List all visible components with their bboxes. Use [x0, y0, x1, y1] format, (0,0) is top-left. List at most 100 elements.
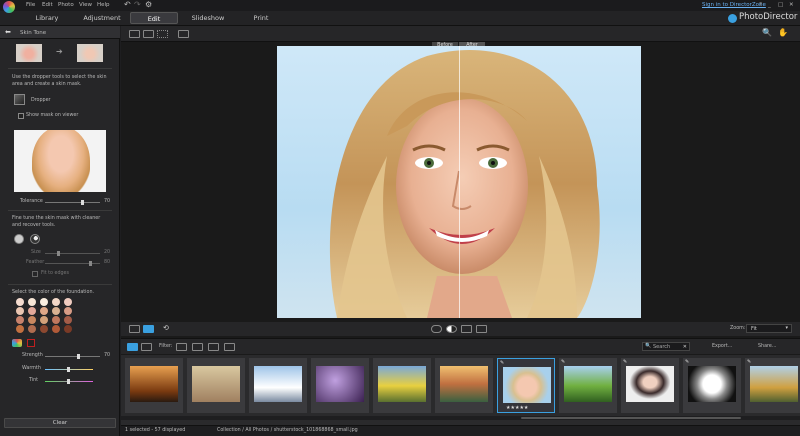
feather-slider[interactable]	[45, 261, 100, 266]
single-view-icon[interactable]	[143, 30, 154, 38]
grid-view-icon[interactable]	[157, 30, 168, 38]
maximize-button[interactable]: □	[778, 2, 783, 8]
foundation-swatch[interactable]	[52, 325, 60, 333]
menu-help[interactable]: Help	[97, 2, 110, 8]
print-icon[interactable]	[476, 325, 487, 333]
thumbnail-image	[316, 366, 364, 402]
zoom-tool-icon[interactable]: 🔍	[762, 28, 772, 37]
filmstrip-scrollbar[interactable]	[121, 416, 800, 420]
recover-brush-icon[interactable]	[30, 234, 40, 244]
contrast-icon[interactable]	[446, 325, 457, 333]
list-view-icon[interactable]	[141, 343, 152, 351]
hand-tool-icon[interactable]: ✋	[778, 28, 788, 37]
foundation-swatch[interactable]	[40, 316, 48, 324]
filmstrip-thumbnail[interactable]: ✎	[559, 358, 617, 413]
edited-pencil-icon: ✎	[561, 359, 566, 365]
foundation-swatch[interactable]	[64, 307, 72, 315]
tab-edit[interactable]: Edit	[130, 12, 178, 24]
dropper-tool-icon[interactable]	[14, 94, 25, 105]
foundation-swatch[interactable]	[28, 307, 36, 315]
size-slider[interactable]	[45, 251, 100, 256]
foundation-swatch[interactable]	[28, 316, 36, 324]
side-by-side-view-icon[interactable]	[129, 325, 140, 333]
export-button[interactable]: Export...	[712, 344, 732, 349]
foundation-swatch[interactable]	[40, 298, 48, 306]
tab-adjustment[interactable]: Adjustment	[80, 12, 124, 24]
filmstrip-thumbnail[interactable]	[373, 358, 431, 413]
foundation-swatch[interactable]	[28, 325, 36, 333]
menu-view[interactable]: View	[79, 2, 92, 8]
foundation-swatch[interactable]	[64, 316, 72, 324]
foundation-swatch[interactable]	[64, 298, 72, 306]
back-arrow-icon[interactable]: ⬅	[5, 28, 11, 36]
foundation-swatch[interactable]	[16, 307, 24, 315]
show-mask-checkbox[interactable]	[18, 113, 24, 119]
foundation-swatch[interactable]	[52, 307, 60, 315]
edited-pencil-icon: ✎	[500, 360, 505, 366]
foundation-swatch[interactable]	[40, 325, 48, 333]
fullscreen-icon[interactable]	[178, 30, 189, 38]
tab-print[interactable]: Print	[248, 12, 274, 24]
filmstrip-thumbnail[interactable]	[187, 358, 245, 413]
tint-slider[interactable]	[45, 379, 93, 384]
thumbnail-image	[688, 366, 736, 402]
foundation-swatch[interactable]	[40, 307, 48, 315]
filter-dropdown-2[interactable]	[192, 343, 203, 351]
help-button[interactable]: ?	[759, 2, 762, 8]
filmstrip-thumbnail[interactable]	[125, 358, 183, 413]
rating-stars[interactable]: ★★★★★	[506, 405, 528, 411]
signin-link[interactable]: Sign in to DirectorZone	[702, 2, 766, 8]
foundation-swatch[interactable]	[16, 325, 24, 333]
foundation-swatch[interactable]	[16, 316, 24, 324]
foundation-swatch[interactable]	[28, 298, 36, 306]
thumbnail-image	[440, 366, 488, 402]
filmstrip-thumbnail[interactable]	[435, 358, 493, 413]
filmstrip-thumbnail[interactable]: ✎	[683, 358, 741, 413]
divider	[8, 68, 112, 69]
filmstrip-thumbnail[interactable]: ★★★★★ ✎	[497, 358, 555, 413]
settings-gear-icon[interactable]: ⚙	[145, 0, 152, 9]
tolerance-slider[interactable]	[45, 200, 100, 205]
warmth-slider[interactable]	[45, 367, 93, 372]
clear-search-icon[interactable]: ✕	[683, 344, 687, 350]
foundation-swatch[interactable]	[64, 325, 72, 333]
color-picker-icon[interactable]	[12, 339, 22, 347]
filmstrip-thumbnail[interactable]: ✎	[621, 358, 679, 413]
split-divider[interactable]	[459, 46, 460, 318]
redo-icon[interactable]: ↷	[134, 0, 141, 9]
filter-dropdown-1[interactable]	[176, 343, 187, 351]
split-view-icon[interactable]	[143, 325, 154, 333]
tab-slideshow[interactable]: Slideshow	[188, 12, 228, 24]
clear-button[interactable]: Clear	[4, 418, 116, 428]
menu-photo[interactable]: Photo	[58, 2, 74, 8]
undo-icon[interactable]: ↶	[124, 0, 131, 9]
minimize-button[interactable]: _	[768, 2, 771, 8]
filter-dropdown-3[interactable]	[208, 343, 219, 351]
foundation-instructions: Select the color of the foundation.	[12, 290, 95, 295]
rotate-icon[interactable]: ⟲	[163, 324, 169, 332]
tab-library[interactable]: Library	[30, 12, 64, 24]
close-button[interactable]: ✕	[789, 2, 794, 8]
filter-dropdown-4[interactable]	[224, 343, 235, 351]
brightness-icon[interactable]	[461, 325, 472, 333]
selected-color-box[interactable]	[27, 339, 35, 347]
zoom-dropdown[interactable]: Fit ▾	[746, 324, 792, 333]
arrow-right-icon: ➔	[56, 47, 63, 56]
compare-view-icon[interactable]	[129, 30, 140, 38]
menu-file[interactable]: File	[26, 2, 35, 8]
foundation-swatch[interactable]	[52, 316, 60, 324]
filmstrip-thumbnail[interactable]	[249, 358, 307, 413]
menu-edit[interactable]: Edit	[42, 2, 53, 8]
search-input[interactable]: 🔍 Search ✕	[642, 342, 690, 351]
foundation-swatch[interactable]	[16, 298, 24, 306]
foundation-swatch[interactable]	[52, 298, 60, 306]
cleaner-brush-icon[interactable]	[14, 234, 24, 244]
fit-edges-checkbox[interactable]	[32, 271, 38, 277]
edited-pencil-icon: ✎	[685, 359, 690, 365]
filmstrip-thumbnail[interactable]	[311, 358, 369, 413]
filmstrip-thumbnail[interactable]: ✎	[745, 358, 800, 413]
strength-slider[interactable]	[45, 354, 100, 359]
share-button[interactable]: Share...	[758, 344, 776, 349]
thumbnail-view-icon[interactable]	[127, 343, 138, 351]
compare-toggle-icon[interactable]	[431, 325, 442, 333]
